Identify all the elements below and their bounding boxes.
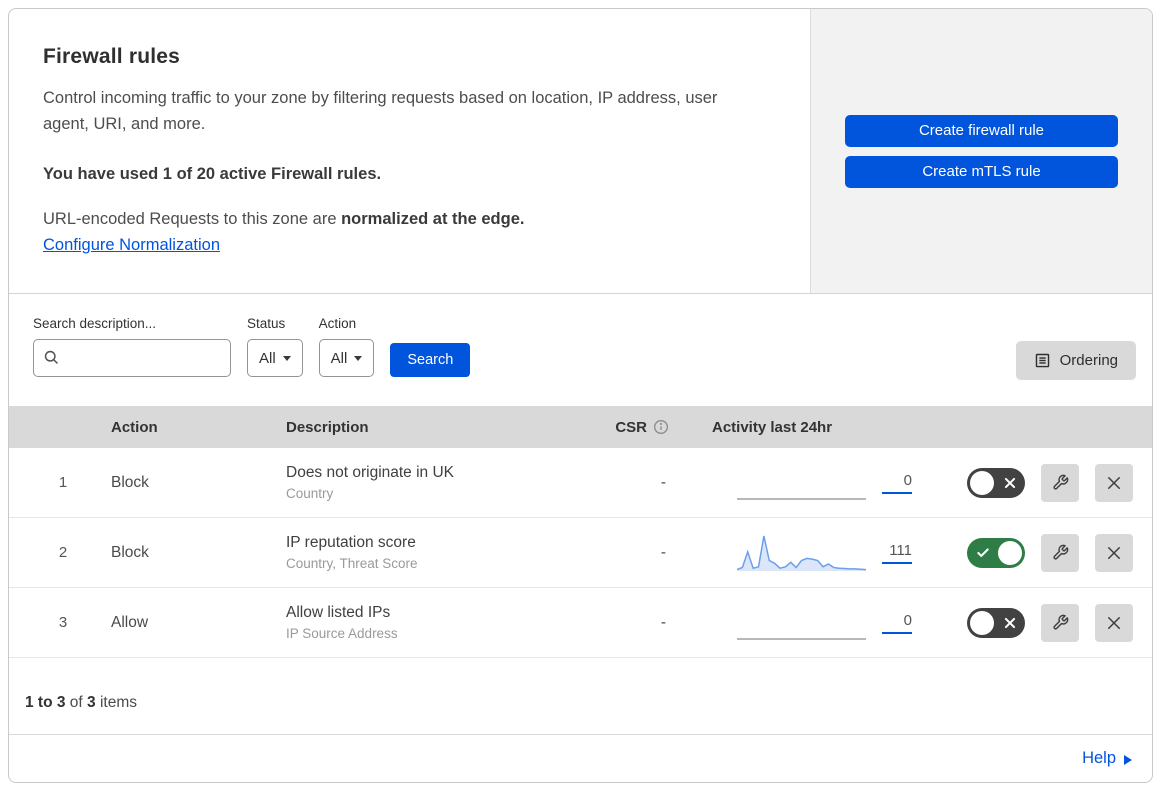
pagination-items-word: items — [99, 694, 138, 711]
status-filter-group: Status All — [247, 316, 303, 377]
search-field-group: Search description... — [33, 316, 231, 377]
table-row: 1 Block Does not originate in UK Country… — [9, 448, 1152, 518]
column-action: Action — [111, 418, 158, 436]
arrow-right-icon — [1124, 754, 1132, 765]
rule-action: Block — [111, 543, 149, 561]
check-icon — [977, 547, 989, 557]
wrench-icon — [1052, 614, 1068, 630]
actions-panel: Create firewall rule Create mTLS rule — [810, 9, 1152, 293]
rule-criteria: IP Source Address — [286, 626, 398, 641]
normalization-note: URL-encoded Requests to this zone are no… — [43, 210, 770, 229]
toggle-knob — [970, 610, 994, 635]
create-mtls-rule-button[interactable]: Create mTLS rule — [845, 155, 1118, 188]
ordering-button[interactable]: Ordering — [1015, 341, 1136, 380]
activity-count-link[interactable]: 0 — [882, 612, 912, 634]
x-icon — [1004, 477, 1016, 488]
action-filter-value: All — [330, 349, 348, 367]
rule-description: Does not originate in UK — [286, 464, 455, 481]
action-filter-select[interactable]: All — [318, 339, 375, 377]
filter-bar: Search description... Status All Action … — [9, 294, 1152, 406]
rule-criteria: Country, Threat Score — [286, 556, 418, 571]
search-button[interactable]: Search — [390, 343, 471, 377]
pagination-range: 1 to 3 — [25, 694, 66, 711]
rule-activity-cell: 111 — [702, 533, 937, 573]
status-filter-value: All — [259, 349, 276, 367]
search-icon — [44, 350, 58, 364]
search-input[interactable] — [33, 339, 231, 377]
normalization-bold-text: normalized at the edge. — [341, 209, 525, 228]
rule-activity-cell: 0 — [702, 603, 937, 643]
rule-action: Block — [111, 473, 149, 491]
table-row: 3 Allow Allow listed IPs IP Source Addre… — [9, 588, 1152, 658]
rule-activity-cell: 0 — [702, 463, 937, 503]
edit-rule-button[interactable] — [1041, 533, 1079, 572]
rule-csr-value: - — [660, 613, 666, 631]
rule-description: IP reputation score — [286, 534, 416, 551]
column-activity: Activity last 24hr — [712, 418, 833, 436]
rule-description: Allow listed IPs — [286, 604, 391, 621]
column-csr: CSR — [592, 419, 702, 436]
rule-priority: 1 — [58, 474, 68, 491]
usage-summary: You have used 1 of 20 active Firewall ru… — [43, 164, 382, 183]
normalization-text: URL-encoded Requests to this zone are — [43, 209, 342, 228]
rule-action: Allow — [111, 613, 149, 631]
delete-rule-button[interactable] — [1095, 533, 1133, 572]
firewall-rules-card: Firewall rules Control incoming traffic … — [8, 8, 1153, 783]
header-section: Firewall rules Control incoming traffic … — [9, 9, 1152, 294]
rule-enabled-toggle[interactable] — [967, 537, 1025, 568]
rule-criteria: Country — [286, 486, 334, 501]
rule-enabled-toggle[interactable] — [967, 467, 1025, 498]
pagination-of: of — [69, 694, 83, 711]
toggle-knob — [998, 540, 1022, 565]
list-document-icon — [1035, 353, 1049, 368]
create-firewall-rule-button[interactable]: Create firewall rule — [845, 114, 1118, 147]
delete-rule-button[interactable] — [1095, 463, 1133, 502]
edit-rule-button[interactable] — [1041, 603, 1079, 642]
column-description: Description — [286, 418, 369, 436]
chevron-down-icon — [354, 355, 363, 361]
ordering-button-label: Ordering — [1059, 352, 1118, 369]
delete-rule-button[interactable] — [1095, 603, 1133, 642]
activity-sparkline — [737, 535, 866, 571]
activity-count-link[interactable]: 111 — [882, 542, 912, 564]
rule-priority: 3 — [58, 614, 68, 631]
activity-count-link[interactable]: 0 — [882, 472, 912, 494]
help-bar: Help — [9, 735, 1152, 782]
x-icon — [1004, 617, 1016, 628]
rule-csr-value: - — [660, 543, 666, 561]
close-icon — [1108, 616, 1120, 629]
action-filter-group: Action All — [318, 316, 375, 377]
page-title: Firewall rules — [43, 45, 181, 68]
page-description: Control incoming traffic to your zone by… — [43, 89, 718, 134]
pagination-total: 3 — [87, 694, 96, 711]
activity-flatline — [737, 603, 866, 643]
table-header-row: Action Description CSR Activity last 24h… — [9, 406, 1152, 448]
chevron-down-icon — [282, 355, 291, 361]
column-csr-label: CSR — [615, 418, 647, 436]
wrench-icon — [1052, 474, 1068, 490]
configure-normalization-link[interactable]: Configure Normalization — [43, 236, 220, 255]
search-field-label: Search description... — [33, 316, 157, 331]
close-icon — [1108, 476, 1120, 489]
toggle-knob — [970, 470, 994, 495]
rule-priority: 2 — [58, 544, 68, 561]
close-icon — [1108, 546, 1120, 559]
wrench-icon — [1052, 544, 1068, 560]
rule-enabled-toggle[interactable] — [967, 607, 1025, 638]
status-filter-select[interactable]: All — [247, 339, 303, 377]
rule-csr-value: - — [660, 473, 666, 491]
pagination-summary: 1 to 3 of 3 items — [9, 658, 1152, 735]
header-text-panel: Firewall rules Control incoming traffic … — [9, 9, 810, 293]
info-icon[interactable] — [653, 419, 669, 435]
help-link-label: Help — [1082, 749, 1116, 767]
action-filter-label: Action — [318, 316, 357, 331]
status-filter-label: Status — [247, 316, 286, 331]
edit-rule-button[interactable] — [1041, 463, 1079, 502]
table-row: 2 Block IP reputation score Country, Thr… — [9, 518, 1152, 588]
help-link[interactable]: Help — [1082, 749, 1132, 768]
activity-flatline — [737, 463, 866, 503]
